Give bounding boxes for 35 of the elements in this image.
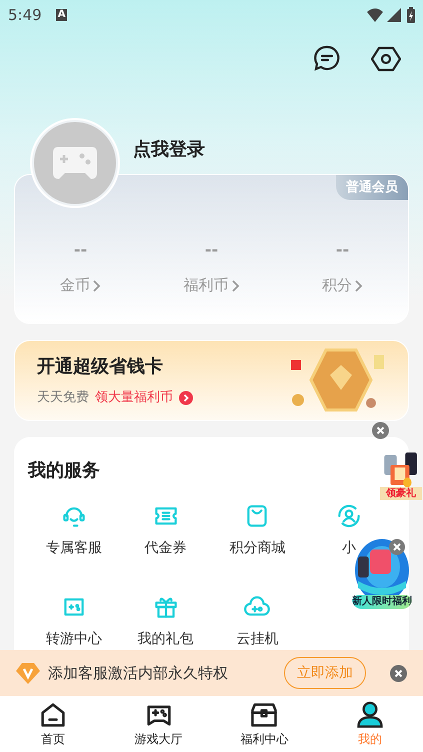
v-badge-icon — [16, 662, 40, 684]
service-item[interactable]: 转游中心 — [46, 592, 102, 650]
nav-tab[interactable]: 福利中心 — [212, 696, 318, 752]
gamepad-icon — [52, 145, 98, 181]
member-badge: 普通会员 — [336, 174, 408, 200]
chevron-icon — [232, 280, 240, 292]
service-item[interactable]: 专属客服 — [46, 502, 102, 559]
service-item[interactable]: 云挂机 — [236, 592, 278, 650]
nav-tab[interactable]: 首页 — [0, 696, 106, 752]
promo-highlight: 领大量福利币 — [95, 388, 173, 407]
person-icon — [355, 700, 386, 730]
chevron-icon — [355, 280, 363, 292]
stat-value: -- — [204, 239, 218, 262]
notice-text: 添加客服激活内部永久特权 — [48, 662, 229, 684]
battery-icon — [407, 6, 415, 23]
stat-value: -- — [74, 239, 88, 262]
service-item[interactable]: 代金券 — [144, 502, 187, 559]
chevron-icon — [179, 390, 193, 405]
wifi-icon — [367, 8, 383, 22]
close-icon[interactable] — [372, 422, 389, 439]
status-time: 5:49 — [8, 4, 42, 26]
promo-title: 开通超级省钱卡 — [37, 354, 164, 379]
section-title: 我的服务 — [28, 458, 101, 483]
stat-value: -- — [336, 239, 350, 262]
chevron-icon — [93, 280, 101, 292]
nav-tab[interactable]: 游戏大厅 — [106, 696, 212, 752]
message-icon[interactable] — [313, 44, 341, 72]
service-item[interactable]: 我的礼包 — [138, 592, 194, 650]
signal-icon — [387, 8, 401, 22]
login-link[interactable]: 点我登录 — [133, 136, 205, 163]
service-item[interactable]: 积分商城 — [229, 502, 286, 559]
close-icon[interactable] — [389, 539, 405, 555]
promo-banner[interactable]: 开通超级省钱卡 天天免费 领大量福利币 — [14, 340, 409, 421]
promo-subtitle: 天天免费 — [37, 388, 89, 407]
close-icon[interactable] — [390, 664, 407, 682]
